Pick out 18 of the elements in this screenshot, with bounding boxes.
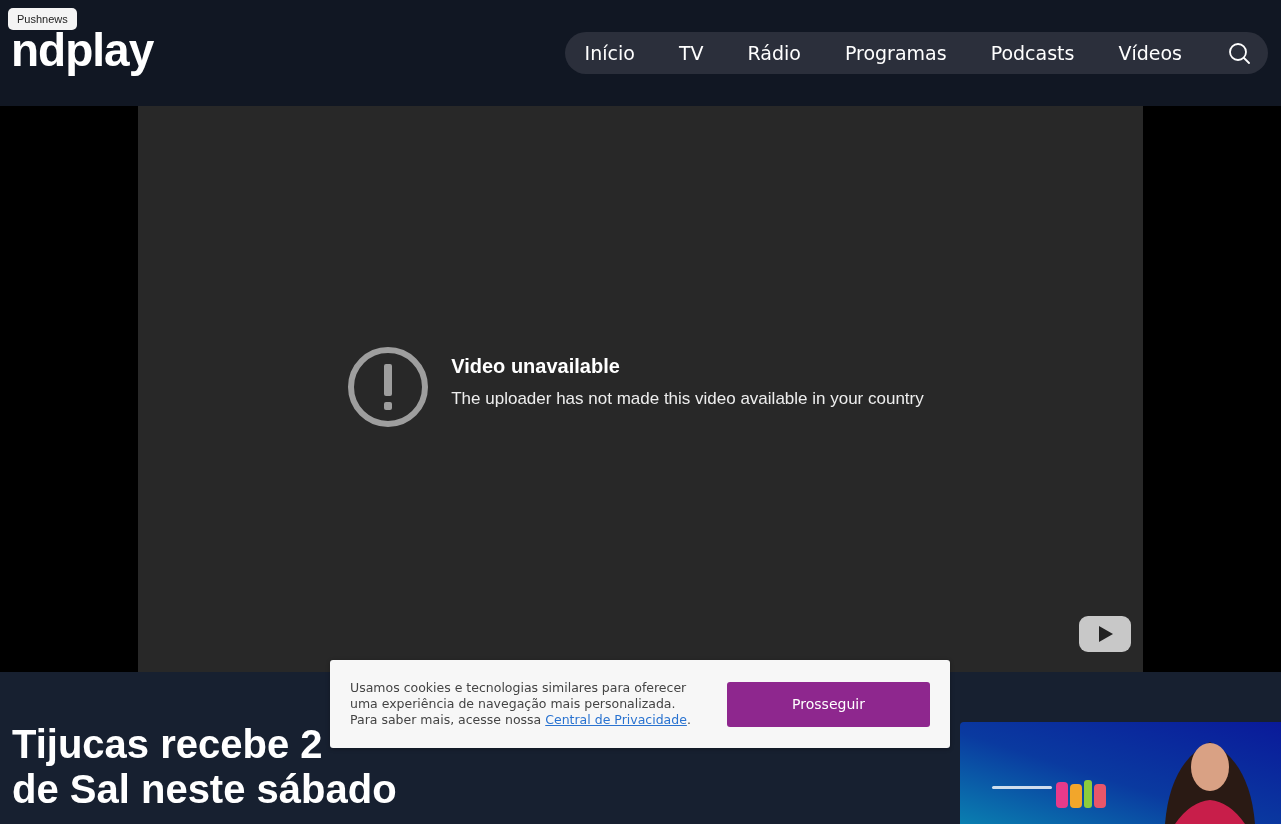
- continue-button[interactable]: Prosseguir: [727, 681, 930, 727]
- pushnews-badge[interactable]: Pushnews: [8, 8, 77, 30]
- nav-link[interactable]: Programas: [844, 42, 947, 64]
- nav-link[interactable]: Início: [584, 42, 635, 64]
- nav-link[interactable]: Vídeos: [1118, 42, 1182, 64]
- search-icon[interactable]: [1228, 42, 1250, 64]
- nav-link[interactable]: Rádio: [747, 42, 801, 64]
- error-icon: [347, 345, 430, 428]
- privacy-link[interactable]: Central de Privacidade: [545, 712, 687, 727]
- error-title: Video unavailable: [451, 354, 621, 378]
- cookie-text: Usamos cookies e tecnologias similares para oferecer uma experiência de navegação mais personalizada. Para saber mais, acesse nossa Central de Privacidade.: [350, 680, 692, 728]
- article-title: de Sal neste sábado: [12, 767, 397, 812]
- video-player[interactable]: Video unavailable The uploader has not made this video available in your country: [138, 106, 1143, 672]
- article-title: Tijucas recebe 2: [12, 722, 323, 767]
- nav-link[interactable]: Podcasts: [990, 42, 1075, 64]
- play-logo-icon[interactable]: [1079, 616, 1131, 652]
- nav-link[interactable]: TV: [678, 42, 704, 64]
- error-message: The uploader has not made this video available in your country: [451, 388, 924, 409]
